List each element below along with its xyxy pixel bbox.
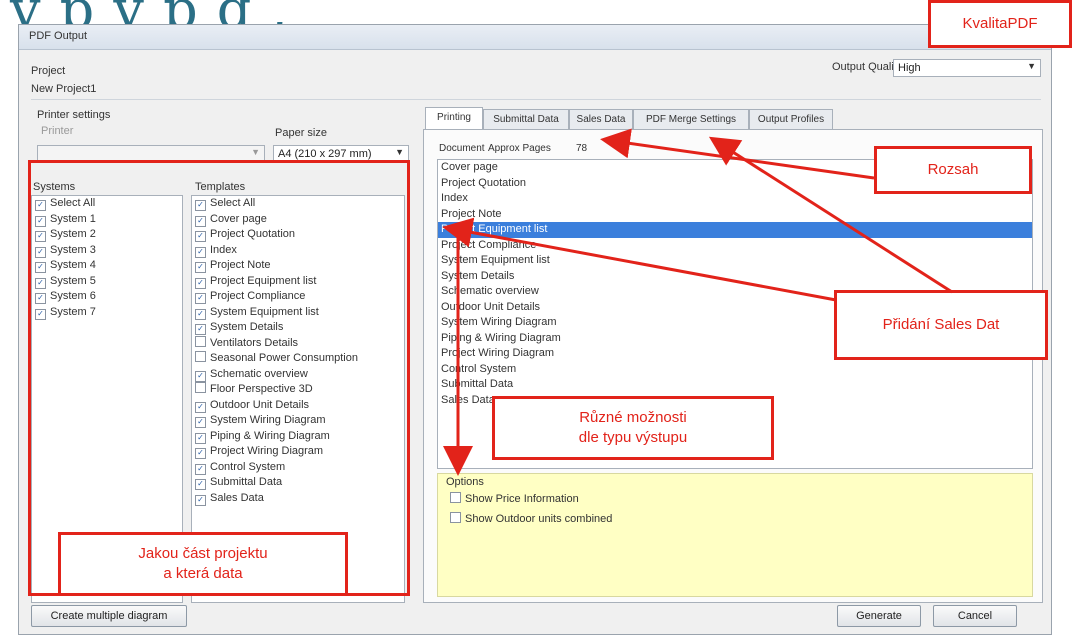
arrow-to-sales-tab — [708, 136, 953, 294]
annotation-arrows — [442, 128, 953, 476]
arrow-to-pages — [600, 128, 875, 180]
arrow-to-sales-item — [442, 217, 837, 302]
